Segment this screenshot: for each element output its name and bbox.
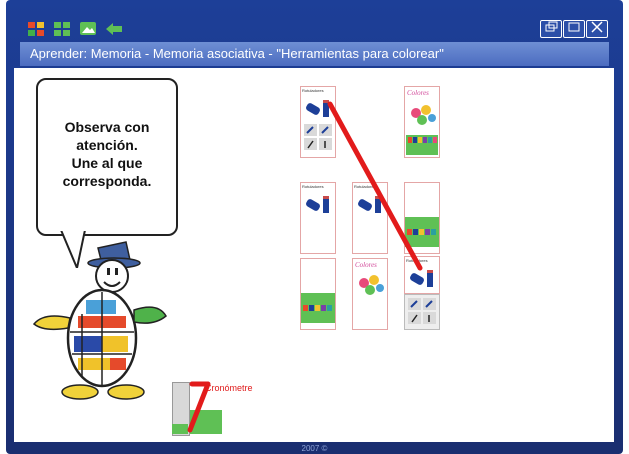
card-label: Rotuladores xyxy=(406,258,428,263)
card-colores-bottom-half[interactable] xyxy=(300,258,336,330)
paint-palette-icon xyxy=(359,275,384,295)
character-mascot xyxy=(32,241,167,400)
close-icon[interactable] xyxy=(586,20,608,38)
instruction-bubble: Observa con atención. Une al que corresp… xyxy=(36,78,178,236)
markers-icon xyxy=(410,270,433,287)
card-rotuladores-bottom-half[interactable] xyxy=(404,294,440,330)
timer-label: Cronómetre xyxy=(205,383,253,393)
window-title: Aprender: Memoria - Memoria asociativa -… xyxy=(30,46,444,61)
footer-text: 2007 © xyxy=(301,444,328,453)
card-colores-top-half[interactable]: Colores xyxy=(352,258,388,330)
paint-set-icon xyxy=(301,293,335,323)
title-bar: Aprender: Memoria - Memoria asociativa -… xyxy=(20,42,609,66)
card-label: Colores xyxy=(407,89,429,97)
paint-set-icon xyxy=(405,217,439,247)
card-colores-bottom-half[interactable] xyxy=(404,182,440,254)
card-colores[interactable]: Colores xyxy=(404,86,440,158)
grid-4-icon[interactable] xyxy=(26,20,46,38)
markers-icon xyxy=(358,196,381,213)
markers-icon xyxy=(306,100,329,117)
instruction-line-1: Observa con xyxy=(64,119,150,135)
card-label: Colores xyxy=(355,261,377,269)
card-rotuladores-top-half[interactable]: Rotuladores xyxy=(404,256,440,294)
tools-icon xyxy=(304,124,332,150)
restore-icon[interactable] xyxy=(540,20,562,38)
instruction-line-4: corresponda. xyxy=(62,173,152,189)
instruction-line-3: Une al que xyxy=(71,155,143,171)
image-icon[interactable] xyxy=(78,20,98,38)
toolbar xyxy=(6,0,623,40)
tools-icon xyxy=(408,298,436,324)
instruction-line-2: atención. xyxy=(76,137,138,153)
card-label: Rotuladores xyxy=(302,88,324,93)
instruction-text: Observa con atención. Une al que corresp… xyxy=(38,118,176,190)
markers-icon xyxy=(306,196,329,213)
maximize-icon[interactable] xyxy=(563,20,585,38)
card-rotuladores-selected[interactable]: Rotuladores xyxy=(300,86,336,158)
back-arrow-icon[interactable] xyxy=(104,20,124,38)
paint-palette-icon xyxy=(406,105,438,155)
card-rotuladores-top-half[interactable]: Rotuladores xyxy=(300,182,336,254)
card-label: Rotuladores xyxy=(354,184,376,189)
card-label: Rotuladores xyxy=(302,184,324,189)
card-rotuladores-top-half[interactable]: Rotuladores xyxy=(352,182,388,254)
grid-4-green-icon[interactable] xyxy=(52,20,72,38)
